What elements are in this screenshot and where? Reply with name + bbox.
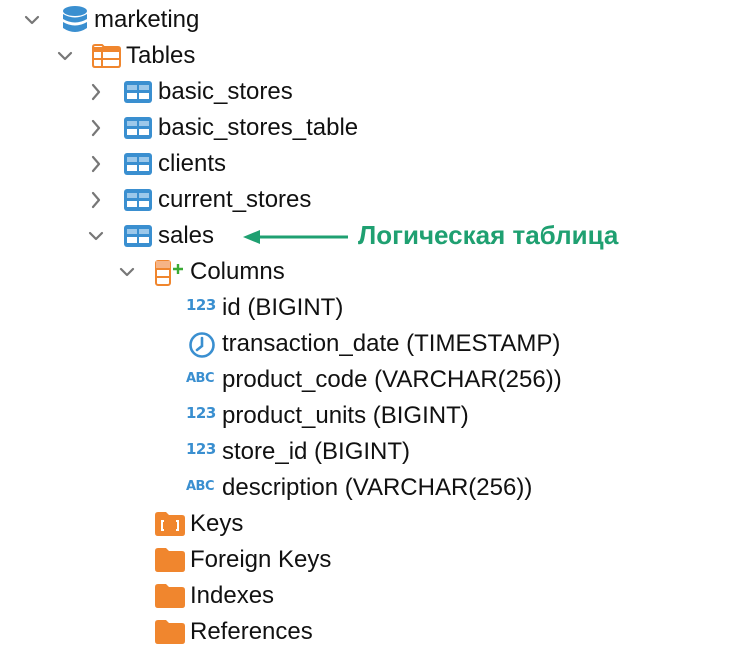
folder-label: Indexes (190, 582, 275, 609)
table-label: current_stores (158, 186, 312, 213)
table-icon (124, 189, 152, 211)
tree-node-database[interactable]: marketing (0, 2, 731, 38)
numeric-type-icon: 123 (186, 404, 216, 422)
chevron-down-icon[interactable] (86, 224, 106, 248)
text-type-icon: ABC (186, 371, 215, 386)
chevron-right-icon[interactable] (86, 116, 106, 140)
tree-node-references-folder[interactable]: References (0, 614, 731, 650)
column-label: product_code (VARCHAR(256)) (222, 366, 562, 393)
column-label: description (VARCHAR(256)) (222, 474, 533, 501)
tables-folder-icon (92, 44, 121, 68)
table-label: basic_stores_table (158, 114, 359, 141)
tree-node-table[interactable]: basic_stores (0, 74, 731, 110)
table-label: clients (158, 150, 227, 177)
tree-node-columns-folder[interactable]: Columns (0, 254, 731, 290)
folder-icon (155, 584, 185, 608)
folder-label: References (190, 618, 313, 645)
chevron-down-icon[interactable] (117, 260, 137, 284)
chevron-right-icon[interactable] (86, 152, 106, 176)
tree-node-table[interactable]: basic_stores_table (0, 110, 731, 146)
numeric-type-icon: 123 (186, 296, 216, 314)
column-label: transaction_date (TIMESTAMP) (222, 330, 561, 357)
tree-node-keys-folder[interactable]: Keys (0, 506, 731, 542)
tables-folder-label: Tables (126, 42, 196, 69)
annotation-label: Логическая таблица (358, 220, 619, 250)
chevron-right-icon[interactable] (86, 188, 106, 212)
folder-icon (155, 548, 185, 572)
table-label: basic_stores (158, 78, 293, 105)
table-icon (124, 153, 152, 175)
tree-node-column[interactable]: 123 id (BIGINT) (0, 290, 731, 326)
tree-node-table[interactable]: current_stores (0, 182, 731, 218)
columns-folder-label: Columns (190, 258, 285, 285)
tree-node-column[interactable]: transaction_date (TIMESTAMP) (0, 326, 731, 362)
folder-label: Foreign Keys (190, 546, 332, 573)
folder-icon (155, 620, 185, 644)
database-icon (63, 6, 87, 32)
column-label: store_id (BIGINT) (222, 438, 411, 465)
tree-node-column[interactable]: 123 product_units (BIGINT) (0, 398, 731, 434)
database-label: marketing (94, 6, 200, 33)
tree-node-column[interactable]: ABC product_code (VARCHAR(256)) (0, 362, 731, 398)
annotation-arrow-icon (243, 230, 348, 244)
tree-node-column[interactable]: ABC description (VARCHAR(256)) (0, 470, 731, 506)
tree-node-column[interactable]: 123 store_id (BIGINT) (0, 434, 731, 470)
column-label: product_units (BIGINT) (222, 402, 469, 429)
numeric-type-icon: 123 (186, 440, 216, 458)
folder-label: Keys (190, 510, 244, 537)
columns-icon (155, 260, 183, 286)
table-label: sales (158, 222, 215, 249)
tree-node-foreign-keys-folder[interactable]: Foreign Keys (0, 542, 731, 578)
chevron-down-icon[interactable] (22, 8, 42, 32)
table-icon (124, 81, 152, 103)
tree-node-tables-folder[interactable]: Tables (0, 38, 731, 74)
tree-node-indexes-folder[interactable]: Indexes (0, 578, 731, 614)
keys-folder-icon (155, 512, 185, 536)
column-label: id (BIGINT) (222, 294, 344, 321)
clock-icon (189, 332, 215, 358)
table-icon (124, 225, 152, 247)
chevron-down-icon[interactable] (55, 44, 75, 68)
table-icon (124, 117, 152, 139)
tree-node-table[interactable]: clients (0, 146, 731, 182)
text-type-icon: ABC (186, 479, 215, 494)
chevron-right-icon[interactable] (86, 80, 106, 104)
